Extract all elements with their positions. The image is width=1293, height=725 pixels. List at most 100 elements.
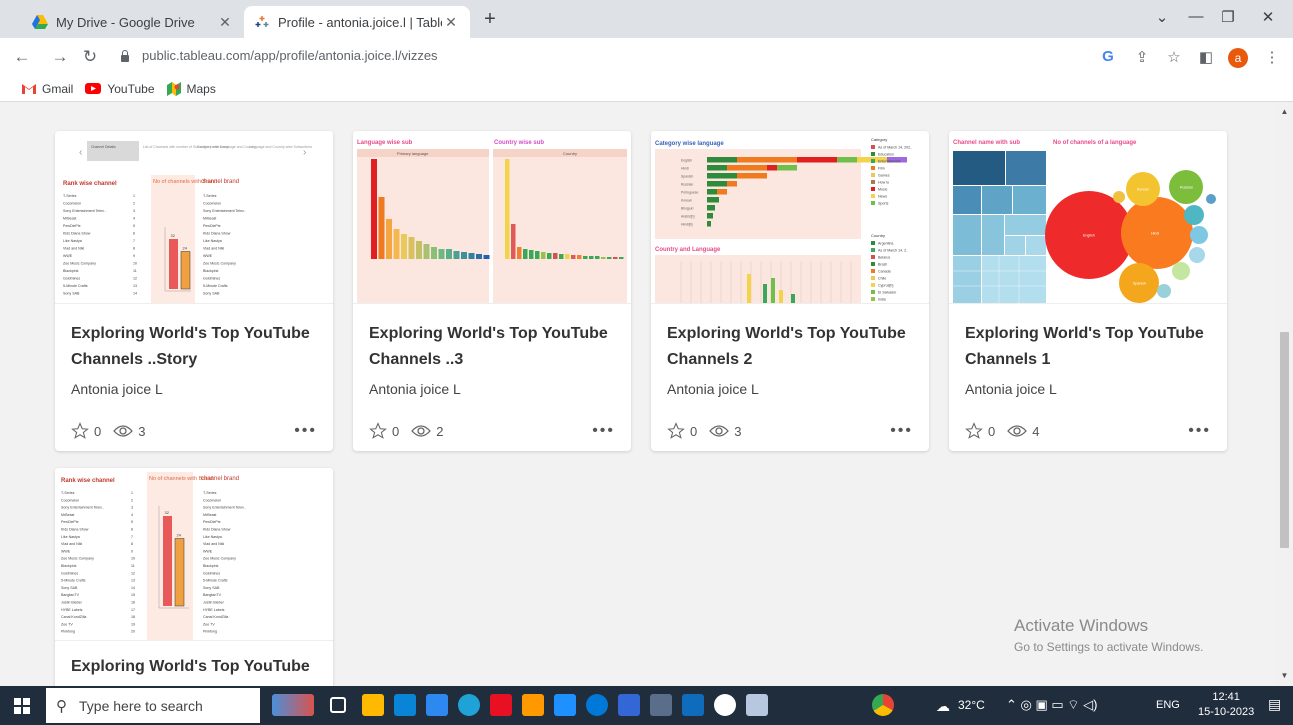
tab-search-icon[interactable]: ⌄ xyxy=(1152,8,1172,26)
close-icon[interactable]: ✕ xyxy=(442,14,460,31)
google-lens-icon[interactable]: G xyxy=(1098,48,1118,65)
github-icon[interactable] xyxy=(714,694,736,716)
weather-icon[interactable]: ☁ xyxy=(936,698,950,715)
more-options-button[interactable]: ••• xyxy=(592,422,615,440)
page-scrollbar[interactable]: ▲ ▼ xyxy=(1276,102,1293,686)
bar xyxy=(378,197,385,259)
viz-title[interactable]: Exploring World's Top YouTube Channels 2 xyxy=(667,321,917,373)
viz-title[interactable]: Exploring World's Top YouTube Channels 1 xyxy=(965,321,1215,373)
bookmark-youtube[interactable]: YouTube xyxy=(85,82,155,96)
share-icon[interactable]: ⇪ xyxy=(1132,48,1152,66)
viz-thumbnail[interactable]: Channel name with sub No of channels of … xyxy=(949,131,1227,304)
viz-thumbnail[interactable]: ‹ › Channel Details List of Channels wit… xyxy=(55,131,333,304)
profile-avatar[interactable]: a xyxy=(1228,48,1248,68)
menu-icon[interactable]: ⋮ xyxy=(1262,48,1282,66)
more-options-button[interactable]: ••• xyxy=(1188,422,1211,440)
favorite-star-icon[interactable] xyxy=(369,422,387,440)
bar-segment xyxy=(767,165,777,171)
bar xyxy=(535,251,540,259)
app-icon[interactable] xyxy=(650,694,672,716)
bar-label: 24 xyxy=(183,246,188,251)
bar xyxy=(393,229,400,259)
restore-button[interactable]: ❐ xyxy=(1218,8,1238,26)
media-player-icon[interactable] xyxy=(490,694,512,716)
viz-thumbnail[interactable]: Category wise language English Hindi Spani… xyxy=(651,131,929,304)
viz-author[interactable]: Antonia joice L xyxy=(965,381,1057,397)
legend-swatch xyxy=(871,194,875,198)
address-bar[interactable]: public.tableau.com/app/profile/antonia.j… xyxy=(120,48,438,63)
window-close-button[interactable]: ✕ xyxy=(1258,8,1278,26)
new-tab-button[interactable]: + xyxy=(478,8,502,31)
clock-date: 15-10-2023 xyxy=(1198,706,1255,718)
tab-tableau-profile[interactable]: Profile - antonia.joice.l | Tableau ✕ xyxy=(244,6,470,38)
app-icon[interactable] xyxy=(554,694,576,716)
favorite-star-icon[interactable] xyxy=(667,422,685,440)
tab-google-drive[interactable]: My Drive - Google Drive ✕ xyxy=(22,6,244,38)
thumb-subheading: Country xyxy=(563,151,577,156)
side-panel-icon[interactable]: ◧ xyxy=(1196,48,1216,66)
chrome-icon[interactable] xyxy=(872,694,894,716)
legend-swatch xyxy=(871,166,875,170)
bookmark-maps[interactable]: Maps xyxy=(166,81,216,96)
edge-icon[interactable] xyxy=(458,694,480,716)
viz-title[interactable]: Exploring World's Top YouTube xyxy=(71,654,321,680)
bookmark-star-icon[interactable]: ☆ xyxy=(1164,48,1184,66)
widgets-icon[interactable] xyxy=(272,694,314,716)
viz-thumbnail[interactable]: Language wise sub Country wise sub Prima… xyxy=(353,131,631,304)
viz-card[interactable]: Category wise language English Hindi Spani… xyxy=(651,131,929,451)
app-icon[interactable] xyxy=(746,694,768,716)
bubble xyxy=(1172,262,1190,280)
bar-segment xyxy=(707,165,727,171)
favorite-star-icon[interactable] xyxy=(965,422,983,440)
table-row: Sony Entertainment Telev.. xyxy=(203,209,246,213)
viz-title[interactable]: Exploring World's Top YouTube Channels .… xyxy=(369,321,619,373)
table-row: 5-Minute Crafts xyxy=(63,284,88,288)
task-view-icon[interactable] xyxy=(330,697,346,713)
bar xyxy=(468,253,475,259)
viz-author[interactable]: Antonia joice L xyxy=(667,381,759,397)
system-tray-icons[interactable]: ⌃ ◎ ▣ ▭ ⌔ ◁) xyxy=(1006,697,1097,713)
remote-desktop-icon[interactable] xyxy=(618,694,640,716)
scroll-up-arrow-icon[interactable]: ▲ xyxy=(1276,104,1293,120)
table-row-rank: 9 xyxy=(131,549,133,553)
store-icon[interactable] xyxy=(394,694,416,716)
viz-author[interactable]: Antonia joice L xyxy=(369,381,461,397)
outlook-icon[interactable] xyxy=(682,694,704,716)
scroll-down-arrow-icon[interactable]: ▼ xyxy=(1276,668,1293,684)
favorite-star-icon[interactable] xyxy=(71,422,89,440)
thumb-heading: No of channels of a language xyxy=(1053,140,1137,146)
thumb-heading: channel brand xyxy=(201,179,239,185)
amazon-icon[interactable] xyxy=(522,694,544,716)
table-row: WWE xyxy=(61,549,71,553)
viz-card[interactable]: Channel name with sub No of channels of … xyxy=(949,131,1227,451)
bookmark-gmail[interactable]: Gmail xyxy=(22,82,73,96)
forward-button[interactable]: → xyxy=(50,47,70,67)
weather-temperature[interactable]: 32°C xyxy=(958,698,985,712)
taskbar-search-box[interactable]: ⚲ Type here to search xyxy=(46,688,260,723)
file-explorer-icon[interactable] xyxy=(362,694,384,716)
viz-thumbnail[interactable]: Rank wise channel No of channels with Br… xyxy=(55,468,333,641)
minimize-button[interactable]: — xyxy=(1186,8,1206,25)
brand-thumbnail-graphic: Rank wise channel No of channels with Br… xyxy=(55,468,333,640)
bar xyxy=(601,257,606,259)
back-button[interactable]: ← xyxy=(12,47,32,67)
viz-card[interactable]: Rank wise channel No of channels with Br… xyxy=(55,468,333,686)
table-row-rank: 6 xyxy=(131,528,133,532)
viz-author[interactable]: Antonia joice L xyxy=(71,381,163,397)
viz-card[interactable]: ‹ › Channel Details List of Channels wit… xyxy=(55,131,333,451)
views-eye-icon xyxy=(1007,424,1028,438)
more-options-button[interactable]: ••• xyxy=(294,422,317,440)
notifications-icon[interactable]: ▤ xyxy=(1268,696,1281,713)
more-options-button[interactable]: ••• xyxy=(890,422,913,440)
windows-start-icon[interactable] xyxy=(14,698,30,714)
taskbar-clock[interactable]: 12:41 15-10-2023 xyxy=(1198,690,1254,720)
input-language[interactable]: ENG xyxy=(1156,699,1180,711)
viz-title[interactable]: Exploring World's Top YouTube Channels .… xyxy=(71,321,321,373)
table-row-rank: 3 xyxy=(131,506,133,510)
close-icon[interactable]: ✕ xyxy=(216,14,234,31)
reload-button[interactable]: ↻ xyxy=(80,47,100,67)
app-icon[interactable] xyxy=(586,694,608,716)
scrollbar-thumb[interactable] xyxy=(1280,332,1289,548)
viz-card[interactable]: Language wise sub Country wise sub Prima… xyxy=(353,131,631,451)
mail-icon[interactable] xyxy=(426,694,448,716)
